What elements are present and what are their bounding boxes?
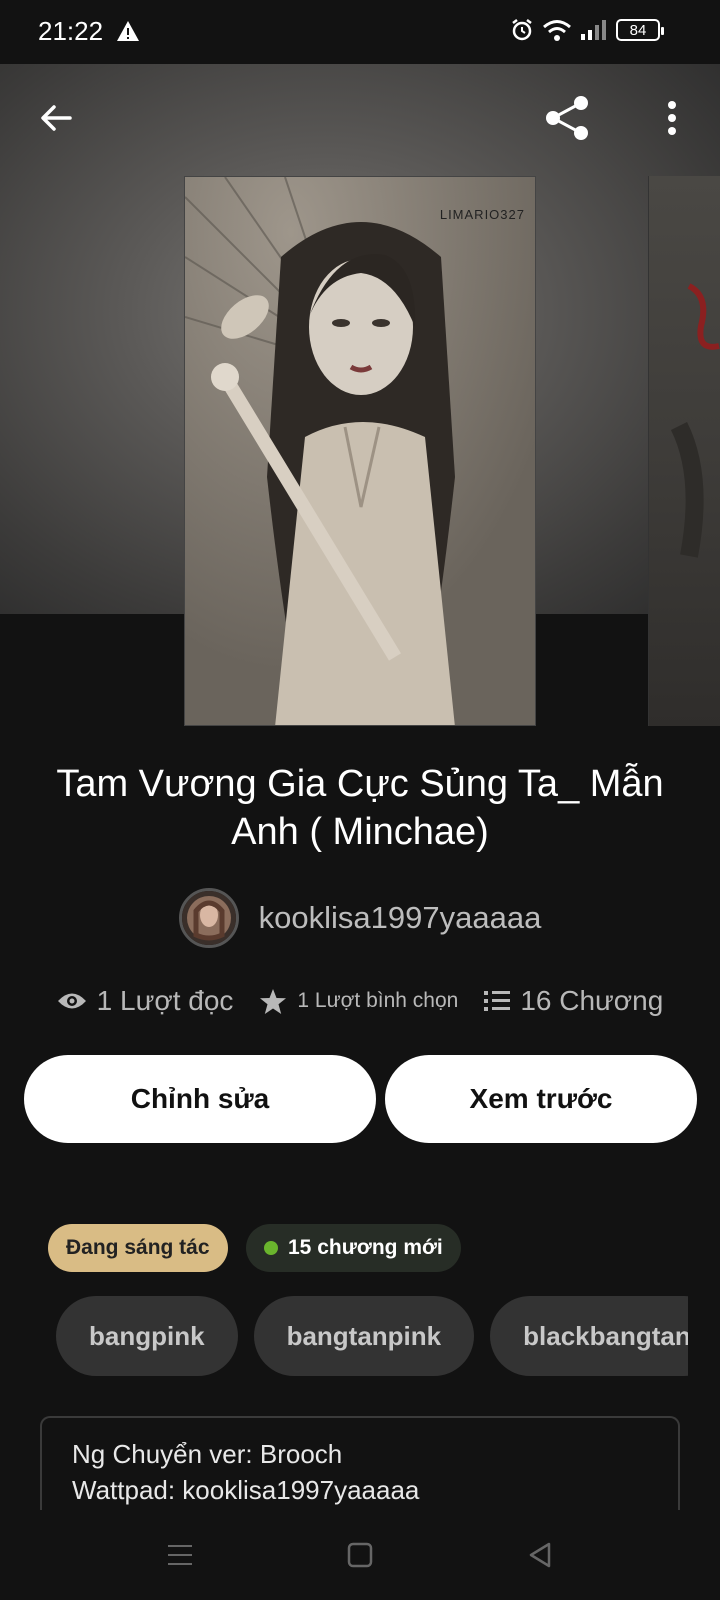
- reads-stat: 1 Lượt đọc: [57, 985, 234, 1017]
- chapters-stat: 16 Chương: [484, 985, 663, 1017]
- arrow-left-icon: [41, 105, 72, 131]
- status-bar: 21:22 84: [0, 0, 720, 64]
- votes-count: 1 Lượt bình chọn: [297, 989, 459, 1012]
- avatar-image: [181, 891, 236, 945]
- nav-home-button[interactable]: [340, 1535, 380, 1575]
- next-story-cover[interactable]: [648, 176, 720, 726]
- tag-chip[interactable]: blackbangtan: [490, 1296, 688, 1376]
- more-vertical-icon: [668, 101, 676, 135]
- status-badge-label: Đang sáng tác: [66, 1236, 210, 1259]
- battery-icon: 84: [616, 19, 664, 41]
- alarm-icon: [512, 19, 532, 41]
- green-dot-icon: [264, 1241, 278, 1255]
- system-nav-bar: [0, 1510, 720, 1600]
- description-line: Wattpad: kooklisa1997yaaaaa: [72, 1475, 420, 1505]
- share-icon: [546, 96, 588, 140]
- edit-button[interactable]: Chỉnh sửa: [24, 1055, 376, 1143]
- status-time: 21:22: [38, 16, 104, 46]
- preview-button[interactable]: Xem trước: [385, 1055, 697, 1143]
- description-line: Ng Chuyển ver: Brooch: [72, 1439, 343, 1469]
- tag-chip[interactable]: bangtanpink: [253, 1296, 475, 1376]
- back-button[interactable]: [26, 88, 86, 148]
- wifi-icon: [543, 20, 571, 41]
- story-title: Tam Vương Gia Cực Sủng Ta_ Mẫn Anh ( Min…: [56, 763, 664, 853]
- tag-list[interactable]: bangpink bangtanpink blackbangtan: [56, 1296, 688, 1378]
- tag-chip[interactable]: bangpink: [56, 1296, 238, 1376]
- share-button[interactable]: [538, 88, 598, 148]
- new-chapters-label: 15 chương mới: [288, 1236, 443, 1259]
- votes-stat: 1 Lượt bình chọn: [259, 988, 458, 1015]
- nav-back-button[interactable]: [520, 1535, 560, 1575]
- chapters-count: 16 Chương: [520, 985, 664, 1016]
- star-icon: [260, 988, 287, 1014]
- list-icon: [484, 991, 511, 1011]
- cover-watermark: LIMARIO327: [439, 207, 525, 222]
- cover-illustration: [185, 177, 535, 725]
- story-cover-image[interactable]: LIMARIO327: [184, 176, 536, 726]
- story-stats: 1 Lượt đọc 1 Lượt bình chọn 16 Chương: [0, 985, 720, 1017]
- reads-count: 1 Lượt đọc: [96, 985, 234, 1016]
- eye-icon: [57, 993, 86, 1009]
- next-cover-illustration: [670, 283, 720, 558]
- story-description[interactable]: Ng Chuyển ver: Brooch Wattpad: kooklisa1…: [40, 1416, 680, 1510]
- square-icon: [347, 1542, 373, 1568]
- author-avatar[interactable]: [178, 888, 239, 948]
- more-options-button[interactable]: [642, 88, 702, 148]
- triangle-back-icon: [529, 1542, 551, 1568]
- battery-level: 84: [629, 21, 647, 39]
- menu-icon: [168, 1545, 192, 1565]
- author-row[interactable]: kooklisa1997yaaaaa: [0, 888, 720, 948]
- signal-icon: [581, 20, 606, 40]
- warning-icon: [117, 21, 139, 41]
- status-icons: 84: [510, 18, 664, 42]
- status-badge: Đang sáng tác: [48, 1224, 228, 1272]
- nav-recents-button[interactable]: [160, 1535, 200, 1575]
- new-chapters-badge: 15 chương mới: [246, 1224, 461, 1272]
- author-name[interactable]: kooklisa1997yaaaaa: [259, 900, 542, 936]
